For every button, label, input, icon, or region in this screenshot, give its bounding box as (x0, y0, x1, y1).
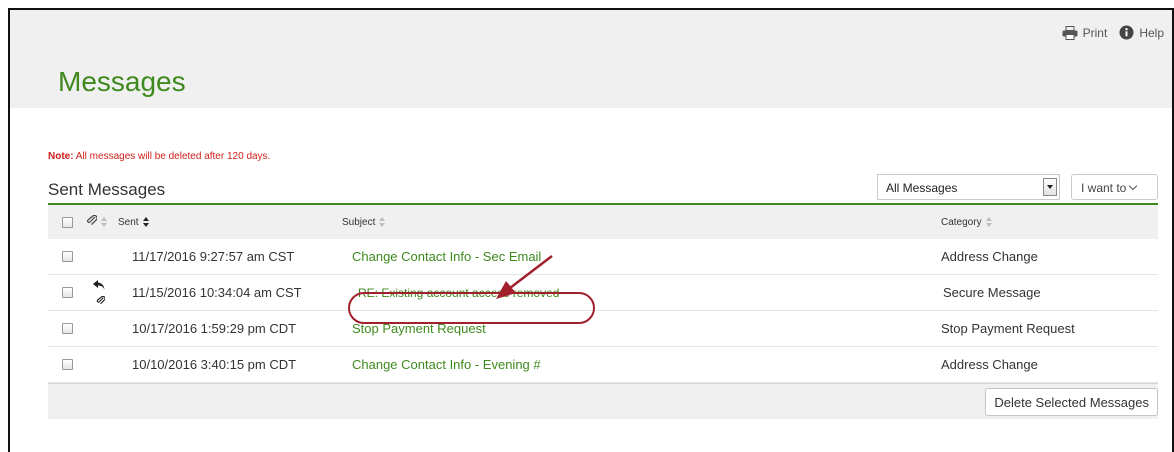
help-button[interactable]: Help (1119, 25, 1164, 40)
page-title: Messages (58, 66, 186, 97)
chevron-down-icon (1129, 181, 1138, 191)
category: Secure Message (943, 285, 1041, 300)
table-row[interactable]: 10/10/2016 3:40:15 pm CDT Change Contact… (48, 347, 1158, 383)
sent-messages-table: Sent Subject Category 11/17/2016 9:27:57… (48, 203, 1158, 419)
subject-link[interactable]: Change Contact Info - Evening # (352, 347, 541, 382)
category: Address Change (941, 357, 1038, 372)
utility-links: Print Help (1062, 25, 1164, 40)
select-all-checkbox[interactable] (62, 216, 73, 228)
sort-icon (379, 217, 386, 227)
dropdown-arrow-icon[interactable] (1043, 178, 1057, 196)
retention-note: Note: All messages will be deleted after… (48, 151, 270, 162)
sent-date: 10/17/2016 1:59:29 pm CDT (132, 321, 297, 336)
subject-link[interactable]: Stop Payment Request (352, 311, 486, 346)
sent-date: 11/17/2016 9:27:57 am CST (132, 249, 295, 264)
attachment-sort-header[interactable] (86, 205, 108, 239)
filter-selected-value: All Messages (886, 181, 958, 195)
sort-icon (142, 217, 150, 227)
subject-link[interactable]: RE: Existing account access removed (358, 275, 559, 310)
help-icon (1119, 25, 1134, 40)
help-label: Help (1139, 25, 1164, 40)
row-checkbox[interactable] (62, 359, 73, 370)
note-text: All messages will be deleted after 120 d… (73, 151, 271, 162)
sent-date: 11/15/2016 10:34:04 am CST (132, 285, 302, 300)
subject-column-header[interactable]: Subject (342, 205, 386, 239)
row-checkbox[interactable] (62, 251, 73, 262)
table-header-row: Sent Subject Category (48, 205, 1158, 239)
subject-link[interactable]: Change Contact Info - Sec Email (352, 239, 541, 274)
table-row[interactable]: 11/17/2016 9:27:57 am CST Change Contact… (48, 239, 1158, 275)
message-filter-select[interactable]: All Messages (877, 174, 1060, 200)
category-column-header[interactable]: Category (941, 205, 993, 239)
sent-header-label: Sent (118, 216, 139, 228)
sent-date: 10/10/2016 3:40:15 pm CDT (132, 357, 297, 372)
category-header-label: Category (941, 216, 982, 228)
subject-header-label: Subject (342, 216, 376, 228)
delete-selected-button[interactable]: Delete Selected Messages (985, 388, 1158, 416)
i-want-to-label: I want to (1081, 181, 1127, 195)
print-label: Print (1082, 25, 1108, 40)
note-prefix: Note: (48, 151, 74, 162)
sort-icon (985, 217, 993, 227)
paperclip-icon (96, 293, 106, 308)
table-footer: Delete Selected Messages (48, 383, 1158, 419)
i-want-to-menu[interactable]: I want to (1071, 174, 1158, 200)
section-title: Sent Messages (48, 180, 166, 199)
sent-column-header[interactable]: Sent (118, 205, 150, 239)
sort-icon (101, 217, 108, 227)
table-row[interactable]: 11/15/2016 10:34:04 am CST RE: Existing … (48, 275, 1158, 311)
row-checkbox[interactable] (62, 323, 73, 334)
paperclip-icon (86, 214, 98, 229)
category: Stop Payment Request (941, 321, 1075, 336)
table-row[interactable]: 10/17/2016 1:59:29 pm CDT Stop Payment R… (48, 311, 1158, 347)
print-button[interactable]: Print (1062, 25, 1108, 40)
reply-icon (93, 278, 105, 293)
category: Address Change (941, 249, 1038, 264)
printer-icon (1062, 25, 1078, 40)
row-checkbox[interactable] (62, 287, 73, 298)
